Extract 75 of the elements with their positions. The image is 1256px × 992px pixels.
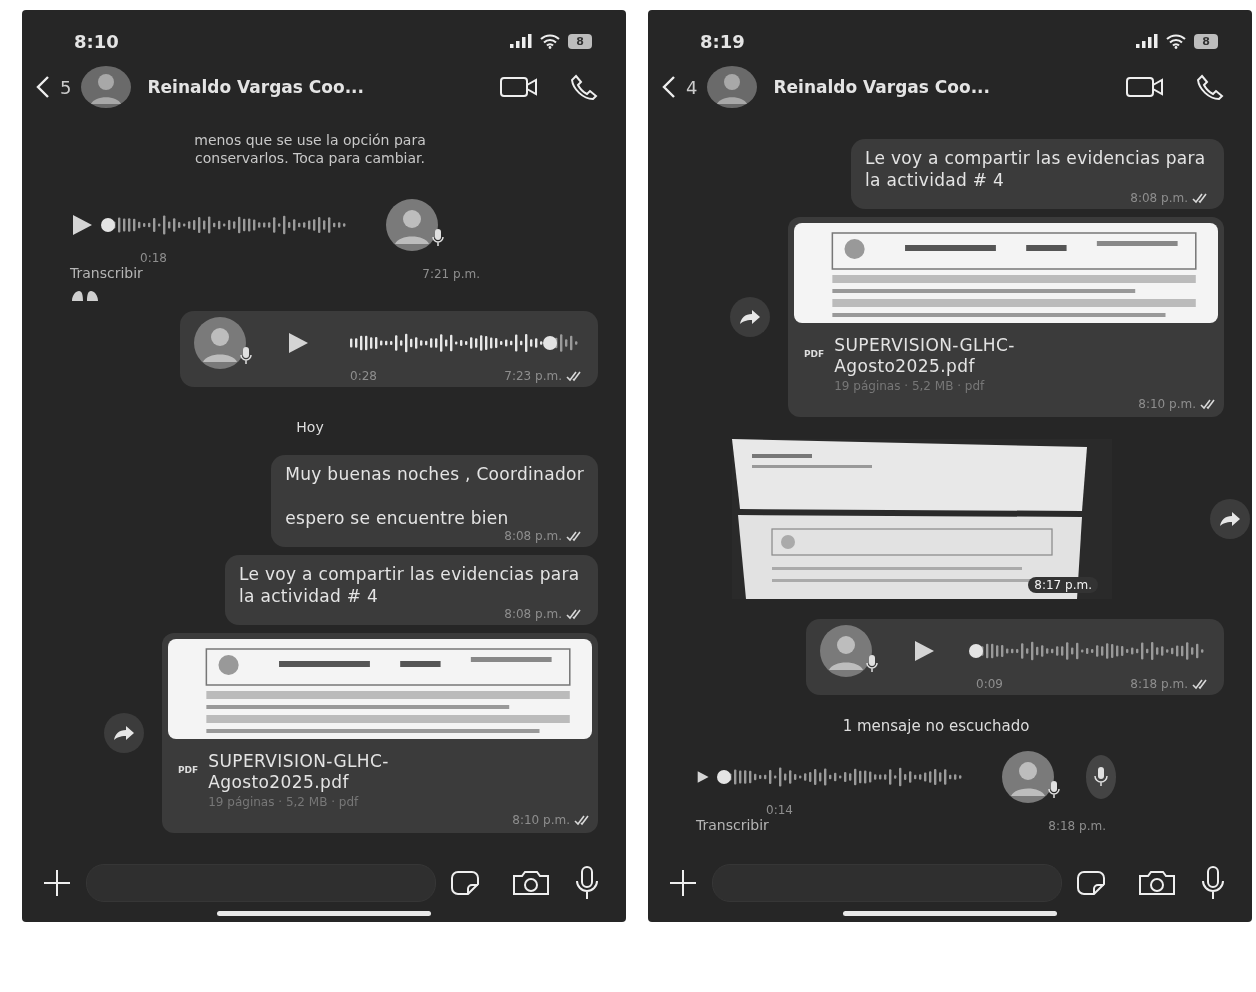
file-name: SUPERVISION-GLHC-Agosto2025.pdf bbox=[208, 751, 390, 793]
forward-icon bbox=[739, 309, 761, 325]
microphone-icon bbox=[866, 655, 878, 673]
microphone-button[interactable] bbox=[1085, 755, 1116, 799]
plus-icon[interactable] bbox=[42, 868, 72, 898]
timestamp: 8:17 p.m. bbox=[1028, 577, 1098, 593]
voice-message-bubble: 0:09 8:18 p.m. bbox=[806, 619, 1224, 695]
signal-icon bbox=[1136, 34, 1159, 48]
forward-button[interactable] bbox=[104, 713, 144, 753]
unread-divider: 1 mensaje no escuchado bbox=[842, 717, 1030, 735]
wifi-icon bbox=[540, 33, 561, 49]
message-bubble: Le voy a compartir las evidencias para la actividad # 4 8:08 p.m. bbox=[851, 139, 1224, 209]
play-button[interactable] bbox=[70, 213, 94, 237]
contact-name[interactable]: Reinaldo Vargas Coo... bbox=[773, 77, 1094, 97]
duration-label: 0:14 bbox=[766, 803, 794, 817]
video-call-icon[interactable] bbox=[500, 76, 538, 98]
timestamp: 8:18 p.m. bbox=[1048, 819, 1106, 833]
playback-thumb[interactable] bbox=[969, 644, 983, 658]
wifi-icon bbox=[1166, 33, 1187, 49]
microphone-icon bbox=[240, 347, 252, 365]
playback-thumb[interactable] bbox=[543, 336, 558, 350]
playback-thumb[interactable] bbox=[101, 218, 115, 232]
back-icon[interactable] bbox=[36, 75, 50, 99]
battery-indicator: 8 bbox=[568, 33, 592, 49]
microphone-icon[interactable] bbox=[574, 866, 600, 900]
file-type-label: PDF bbox=[178, 765, 199, 777]
message-bubble: Le voy a compartir las evidencias para la actividad # 4 8:08 p.m. bbox=[225, 555, 598, 625]
camera-icon[interactable] bbox=[1138, 870, 1176, 896]
timestamp: 7:21 p.m. bbox=[422, 267, 480, 281]
date-divider: Hoy bbox=[296, 419, 324, 435]
microphone-icon[interactable] bbox=[1200, 866, 1226, 900]
play-button[interactable] bbox=[286, 331, 310, 355]
transcribe-link[interactable]: Transcribir bbox=[696, 817, 769, 833]
microphone-icon bbox=[432, 229, 444, 247]
camera-icon[interactable] bbox=[512, 870, 550, 896]
forward-button[interactable] bbox=[730, 297, 770, 337]
contact-name[interactable]: Reinaldo Vargas Coo... bbox=[147, 77, 468, 97]
phone-icon[interactable] bbox=[570, 74, 598, 100]
microphone-icon bbox=[1093, 767, 1108, 787]
signal-icon bbox=[510, 34, 533, 48]
voice-message-bubble: 0:28 7:23 p.m. bbox=[180, 311, 598, 387]
microphone-icon bbox=[1047, 781, 1060, 799]
file-type-label: PDF bbox=[804, 349, 825, 361]
system-notice[interactable]: menos que se use la opción para conservarlos. Toca para cambiar. bbox=[160, 131, 460, 167]
back-icon[interactable] bbox=[662, 75, 676, 99]
duration-label: 0:18 bbox=[140, 251, 168, 265]
unread-count: 5 bbox=[60, 76, 72, 98]
forward-icon bbox=[1219, 511, 1241, 527]
avatar bbox=[820, 625, 872, 677]
sticker-icon[interactable] bbox=[450, 870, 480, 896]
transcribe-link[interactable]: Transcribir bbox=[70, 265, 143, 281]
battery-indicator: 8 bbox=[1194, 33, 1218, 49]
file-details: 19 páginas · 5,2 MB · pdf bbox=[834, 379, 986, 393]
file-name: SUPERVISION-GLHC-Agosto2025.pdf bbox=[834, 335, 1016, 377]
clock: 8:19 bbox=[700, 30, 746, 52]
unread-count: 4 bbox=[686, 76, 698, 98]
document-bubble[interactable]: PDF SUPERVISION-GLHC-Agosto2025.pdf 19 páginas · 5,2 MB · pdf 8:10 p.m. bbox=[788, 217, 1224, 417]
avatar[interactable] bbox=[81, 66, 132, 108]
phone-icon[interactable] bbox=[1196, 74, 1224, 100]
file-details: 19 páginas · 5,2 MB · pdf bbox=[208, 795, 360, 809]
avatar bbox=[386, 199, 438, 251]
sticker-icon[interactable] bbox=[1076, 870, 1106, 896]
avatar bbox=[1001, 751, 1054, 803]
playback-thumb[interactable] bbox=[716, 770, 731, 784]
forward-button[interactable] bbox=[1210, 499, 1250, 539]
reaction-icon[interactable] bbox=[70, 289, 100, 303]
avatar bbox=[194, 317, 246, 369]
document-bubble[interactable]: PDF SUPERVISION-GLHC-Agosto2025.pdf 19 páginas · 5,2 MB · pdf 8:10 p.m. bbox=[162, 633, 598, 833]
video-call-icon[interactable] bbox=[1126, 76, 1164, 98]
clock: 8:10 bbox=[74, 30, 120, 52]
forward-icon bbox=[113, 725, 135, 741]
avatar[interactable] bbox=[707, 66, 758, 108]
play-button[interactable] bbox=[912, 639, 936, 663]
message-bubble: Muy buenas noches , Coordinador espero se encuentre bien 8:08 p.m. bbox=[271, 455, 598, 547]
plus-icon[interactable] bbox=[668, 868, 698, 898]
